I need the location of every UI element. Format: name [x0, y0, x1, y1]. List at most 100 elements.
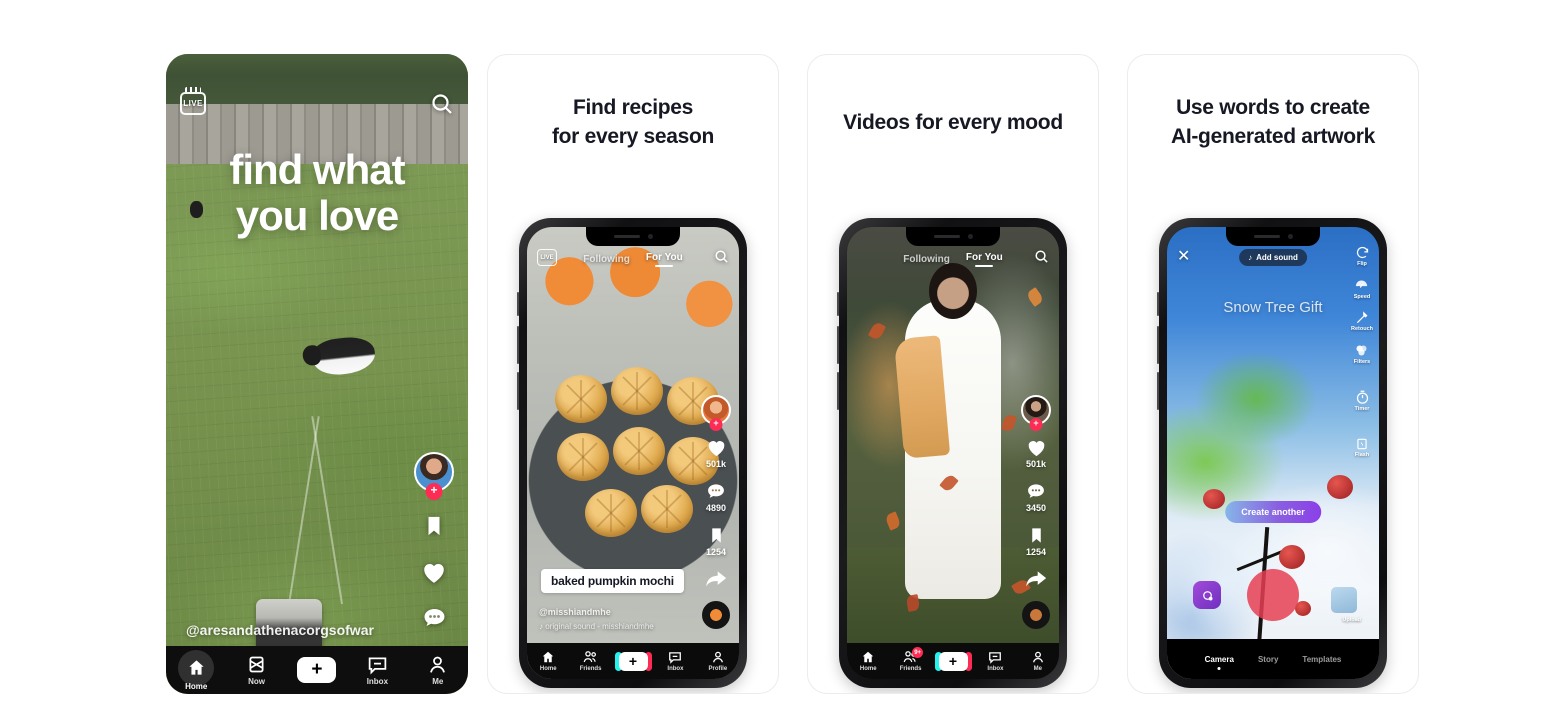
follow-plus-icon[interactable]: +	[425, 483, 443, 500]
sidebar-item-home[interactable]: Home	[170, 649, 222, 691]
retouch-wand-icon	[1356, 311, 1368, 324]
card-title: Use words to create AI-generated artwork	[1128, 55, 1418, 165]
screenshot-gallery: LIVE find what you love @aresandathenaco…	[0, 0, 1558, 720]
comment-count: 3450	[1025, 503, 1047, 513]
create-plus-icon[interactable]: +	[614, 651, 652, 671]
add-sound-button[interactable]: ♪ Add sound	[1239, 249, 1307, 266]
tab-templates[interactable]: Templates	[1302, 655, 1341, 664]
recipes-feed-screen: LIVE Following For You + 501k 4890 1254 …	[527, 227, 739, 679]
tab-camera[interactable]: Camera	[1205, 655, 1234, 664]
app-screenshot-card-4[interactable]: Use words to create AI-generated artwork…	[1127, 54, 1419, 694]
video-song-name[interactable]: ♪ original sound - misshiandmhe	[539, 622, 654, 631]
create-another-button[interactable]: Create another	[1225, 501, 1321, 523]
like-count: 501k	[705, 459, 727, 469]
flip-camera-icon	[1356, 246, 1368, 259]
sky-background	[166, 54, 468, 106]
create-plus-icon[interactable]: +	[292, 657, 342, 683]
share-button[interactable]	[705, 570, 727, 588]
comment-count: 4890	[705, 503, 727, 513]
comment-button[interactable]: 3450	[1026, 482, 1046, 513]
person-head	[929, 263, 977, 319]
live-badge[interactable]: LIVE	[180, 87, 206, 115]
profile-icon	[712, 651, 723, 663]
follow-plus-icon[interactable]: +	[1029, 418, 1043, 431]
author-avatar-button[interactable]: +	[1021, 395, 1051, 431]
tool-retouch[interactable]: Retouch	[1351, 311, 1373, 332]
sidebar-item-friends[interactable]: Friends	[569, 650, 611, 672]
sidebar-item-me[interactable]: Me	[412, 654, 464, 686]
sidebar-item-profile[interactable]: Profile	[697, 650, 739, 672]
tab-story[interactable]: Story	[1258, 655, 1278, 664]
speed-icon	[1356, 280, 1368, 288]
app-screenshot-card-2[interactable]: Find recipes for every season LIVE Follo…	[487, 54, 779, 694]
music-disc-icon[interactable]	[702, 601, 730, 629]
like-button[interactable]	[421, 560, 447, 584]
app-screenshot-card-1[interactable]: LIVE find what you love @aresandathenaco…	[166, 54, 468, 694]
upload-label: Upload	[1342, 617, 1361, 623]
filters-icon	[1356, 345, 1367, 356]
inbox-icon	[669, 652, 682, 664]
effects-button[interactable]	[1193, 581, 1221, 609]
search-icon[interactable]	[714, 249, 729, 264]
card-title-line-1: Find recipes	[572, 96, 694, 119]
video-author-handle[interactable]: @misshiandmhe	[539, 607, 611, 617]
video-author-handle[interactable]: @aresandathenacorgsofwar	[186, 622, 374, 638]
sidebar-item-now[interactable]: Now	[231, 654, 283, 686]
sidebar-item-friends[interactable]: 9+ Friends	[889, 647, 931, 672]
tool-label: Flip	[1357, 261, 1367, 267]
music-disc-icon[interactable]	[1022, 601, 1050, 629]
phone-notch	[1226, 227, 1320, 246]
tab-for-you[interactable]: For You	[966, 252, 1003, 267]
ai-prompt-title: Snow Tree Gift	[1223, 299, 1323, 316]
card-title-line-1: Use words to create	[1176, 96, 1370, 119]
nav-label: Friends	[899, 666, 922, 672]
hero-line-1: find what	[229, 146, 405, 193]
tool-timer[interactable]: Timer	[1355, 390, 1370, 412]
tool-label: Speed	[1353, 294, 1371, 300]
tool-speed[interactable]: Speed	[1353, 278, 1371, 300]
create-plus-icon[interactable]: +	[934, 651, 972, 671]
nav-label: Home	[859, 666, 877, 672]
sidebar-item-home[interactable]: Home	[527, 650, 569, 672]
author-avatar-button[interactable]: +	[701, 395, 731, 431]
like-button[interactable]: 501k	[706, 438, 727, 469]
home-active-ring	[178, 649, 215, 686]
comment-button[interactable]: 4890	[706, 482, 726, 513]
upload-thumbnail-button[interactable]	[1331, 587, 1357, 613]
comment-button[interactable]	[422, 606, 447, 630]
author-avatar-button[interactable]: +	[414, 452, 454, 500]
follow-plus-icon[interactable]: +	[709, 418, 723, 431]
bookmark-button[interactable]: 1254	[1026, 526, 1046, 557]
create-button[interactable]: +	[612, 651, 654, 671]
tool-label: Timer	[1354, 406, 1370, 412]
tool-flip[interactable]: Flip	[1355, 245, 1370, 267]
bottom-navigation: Home 9+ Friends + Inbox Me	[847, 643, 1059, 679]
close-icon[interactable]: ✕	[1177, 249, 1190, 265]
sidebar-item-me[interactable]: Me	[1017, 650, 1059, 672]
search-icon[interactable]	[430, 92, 454, 116]
app-screenshot-card-3[interactable]: Videos for every mood Following For You …	[807, 54, 1099, 694]
camera-tools-rail: Flip Speed Retouch Filters Timer Flash	[1351, 245, 1373, 458]
share-button[interactable]	[1025, 570, 1047, 588]
sidebar-item-inbox[interactable]: Inbox	[654, 650, 696, 672]
tab-for-you[interactable]: For You	[646, 252, 683, 267]
friends-icon	[583, 651, 597, 663]
bookmark-button[interactable]	[423, 514, 445, 538]
nav-label: Profile	[708, 666, 728, 672]
like-count: 501k	[1025, 459, 1047, 469]
sidebar-item-inbox[interactable]: Inbox	[351, 654, 403, 686]
search-icon[interactable]	[1034, 249, 1049, 264]
bookmark-button[interactable]: 1254	[706, 526, 726, 557]
sidebar-item-inbox[interactable]: Inbox	[974, 650, 1016, 672]
create-button[interactable]: +	[291, 657, 343, 683]
camera-mode-tabs: Camera Story Templates	[1167, 639, 1379, 679]
nav-label: Inbox	[366, 677, 389, 686]
tab-following[interactable]: Following	[903, 254, 950, 265]
create-button[interactable]: +	[932, 651, 974, 671]
like-button[interactable]: 501k	[1026, 438, 1047, 469]
tool-flash[interactable]: Flash	[1355, 437, 1369, 458]
tool-filters[interactable]: Filters	[1354, 343, 1370, 365]
sidebar-item-home[interactable]: Home	[847, 650, 889, 672]
shutter-button[interactable]	[1247, 569, 1299, 621]
tab-following[interactable]: Following	[583, 254, 630, 265]
